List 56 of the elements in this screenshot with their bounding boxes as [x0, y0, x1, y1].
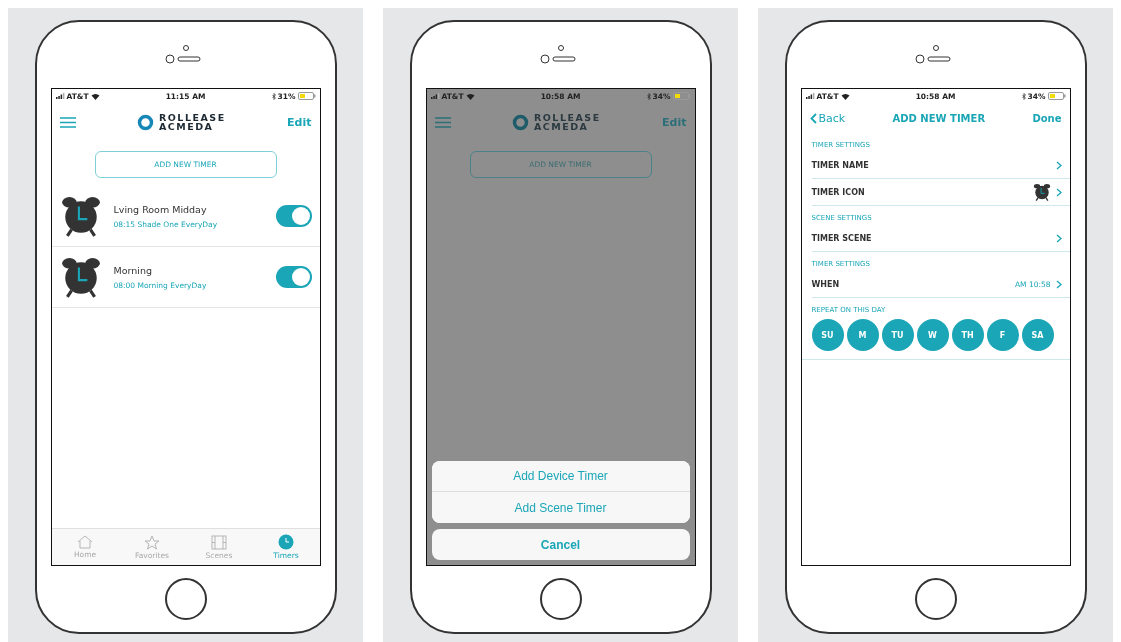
home-button[interactable] — [164, 578, 207, 620]
battery-icon — [297, 92, 316, 100]
logo-text: ACMEDA — [533, 122, 590, 131]
ring-logo-icon — [511, 113, 529, 131]
day-toggle[interactable]: SA — [1021, 319, 1054, 351]
settings-row[interactable]: TIMER ICON — [811, 179, 1070, 206]
bluetooth-icon — [1021, 92, 1026, 100]
bluetooth-icon — [271, 92, 276, 100]
alarm-clock-icon — [59, 195, 102, 237]
chevron-right-icon — [1055, 279, 1062, 289]
menu-icon[interactable] — [434, 116, 451, 128]
wifi-icon — [840, 92, 850, 100]
logo-text: ROLLEASE — [533, 113, 601, 122]
wifi-icon — [465, 92, 475, 100]
battery-icon — [672, 92, 691, 100]
signal-icon — [805, 93, 815, 99]
toggle-switch[interactable] — [275, 266, 312, 288]
signal-icon — [430, 93, 440, 99]
logo-text: ACMEDA — [158, 122, 215, 131]
day-toggle[interactable]: TU — [881, 319, 914, 351]
settings-row[interactable]: TIMER NAME — [811, 152, 1070, 179]
cancel-button[interactable]: Cancel — [431, 529, 690, 560]
edit-link[interactable]: Edit — [287, 115, 312, 129]
logo-text: ROLLEASE — [158, 113, 226, 122]
edit-link[interactable]: Edit — [662, 115, 687, 129]
bluetooth-icon — [646, 92, 651, 100]
ring-logo-icon — [136, 113, 154, 131]
chevron-right-icon — [1055, 160, 1062, 170]
film-icon — [211, 534, 227, 550]
timer-name: Lving Room Midday — [113, 203, 208, 215]
battery-icon — [1047, 92, 1066, 100]
menu-icon[interactable] — [59, 116, 76, 128]
signal-icon — [55, 93, 65, 99]
alarm-clock-icon — [1032, 183, 1051, 201]
day-toggle[interactable]: TH — [951, 319, 984, 351]
day-toggle[interactable]: W — [916, 319, 949, 351]
wifi-icon — [90, 92, 100, 100]
alarm-clock-icon — [59, 256, 102, 298]
day-toggle[interactable]: F — [986, 319, 1019, 351]
home-icon — [77, 535, 93, 549]
screen-title: ADD NEW TIMER — [892, 112, 986, 124]
settings-row[interactable]: TIMER SCENE — [811, 225, 1070, 252]
chevron-right-icon — [1055, 187, 1062, 197]
chevron-right-icon — [1055, 233, 1062, 243]
day-toggle[interactable]: SU — [811, 319, 844, 351]
day-toggle[interactable]: M — [846, 319, 879, 351]
home-button[interactable] — [539, 578, 582, 620]
back-button[interactable]: Back — [809, 111, 846, 125]
toggle-switch[interactable] — [275, 205, 312, 227]
star-icon — [144, 534, 160, 550]
clock-icon — [278, 534, 294, 550]
done-button[interactable]: Done — [1032, 112, 1062, 124]
sheet-option[interactable]: Add Device Timer — [431, 461, 690, 492]
timer-name: Morning — [113, 264, 153, 276]
home-button[interactable] — [914, 578, 957, 620]
chevron-left-icon — [809, 112, 817, 124]
